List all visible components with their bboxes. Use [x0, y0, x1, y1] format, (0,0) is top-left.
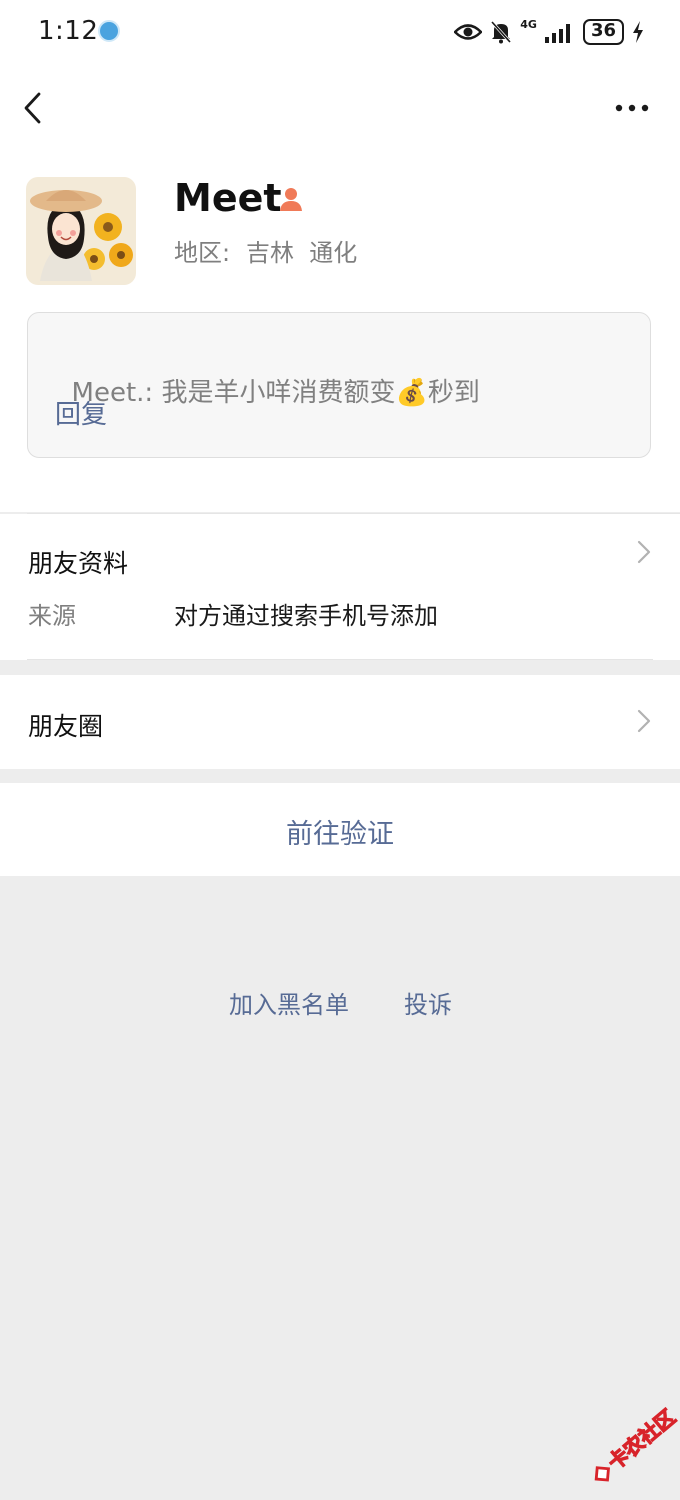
back-button[interactable] [20, 88, 50, 128]
mute-bell-icon [491, 20, 512, 44]
watermark-text: 卡农社区 [603, 1405, 680, 1475]
message-body: 我是羊小咩消费额变💰秒到 [161, 378, 480, 408]
watermark-logo: 卡农社区 [574, 1400, 680, 1490]
add-to-blacklist-link[interactable]: 加入黑名单 [229, 985, 349, 1020]
greeting-message: Meet.: 我是羊小咩消费额变💰秒到 [55, 342, 480, 409]
person-icon [278, 186, 304, 212]
report-link[interactable]: 投诉 [404, 985, 452, 1020]
source-label: 来源 [28, 602, 76, 630]
reply-link[interactable]: 回复 [55, 394, 107, 431]
chevron-right-icon [634, 707, 654, 735]
chevron-right-icon [634, 538, 654, 566]
more-dots-icon [615, 104, 649, 112]
friend-info-row[interactable] [0, 514, 680, 660]
charging-icon [633, 21, 643, 43]
status-time: 1:12 [38, 16, 99, 46]
eye-icon [454, 24, 483, 40]
status-icons: 4G 36 [454, 18, 644, 46]
region-label: 地区: [174, 239, 231, 267]
more-button[interactable] [610, 94, 654, 122]
verify-button[interactable]: 前往验证 [0, 812, 680, 851]
app-notification-icon [98, 20, 120, 42]
friend-info-title: 朋友资料 [28, 549, 129, 578]
network-type: 4G [520, 17, 537, 31]
chevron-left-icon [24, 92, 41, 124]
avatar[interactable] [26, 177, 136, 285]
divider [27, 659, 653, 660]
nav-bar [0, 68, 680, 150]
moments-title: 朋友圈 [28, 712, 104, 741]
region-value: 吉林 通化 [246, 239, 358, 267]
source-value: 对方通过搜索手机号添加 [174, 602, 438, 630]
signal-icon [544, 24, 570, 43]
battery-icon: 36 [582, 19, 624, 45]
